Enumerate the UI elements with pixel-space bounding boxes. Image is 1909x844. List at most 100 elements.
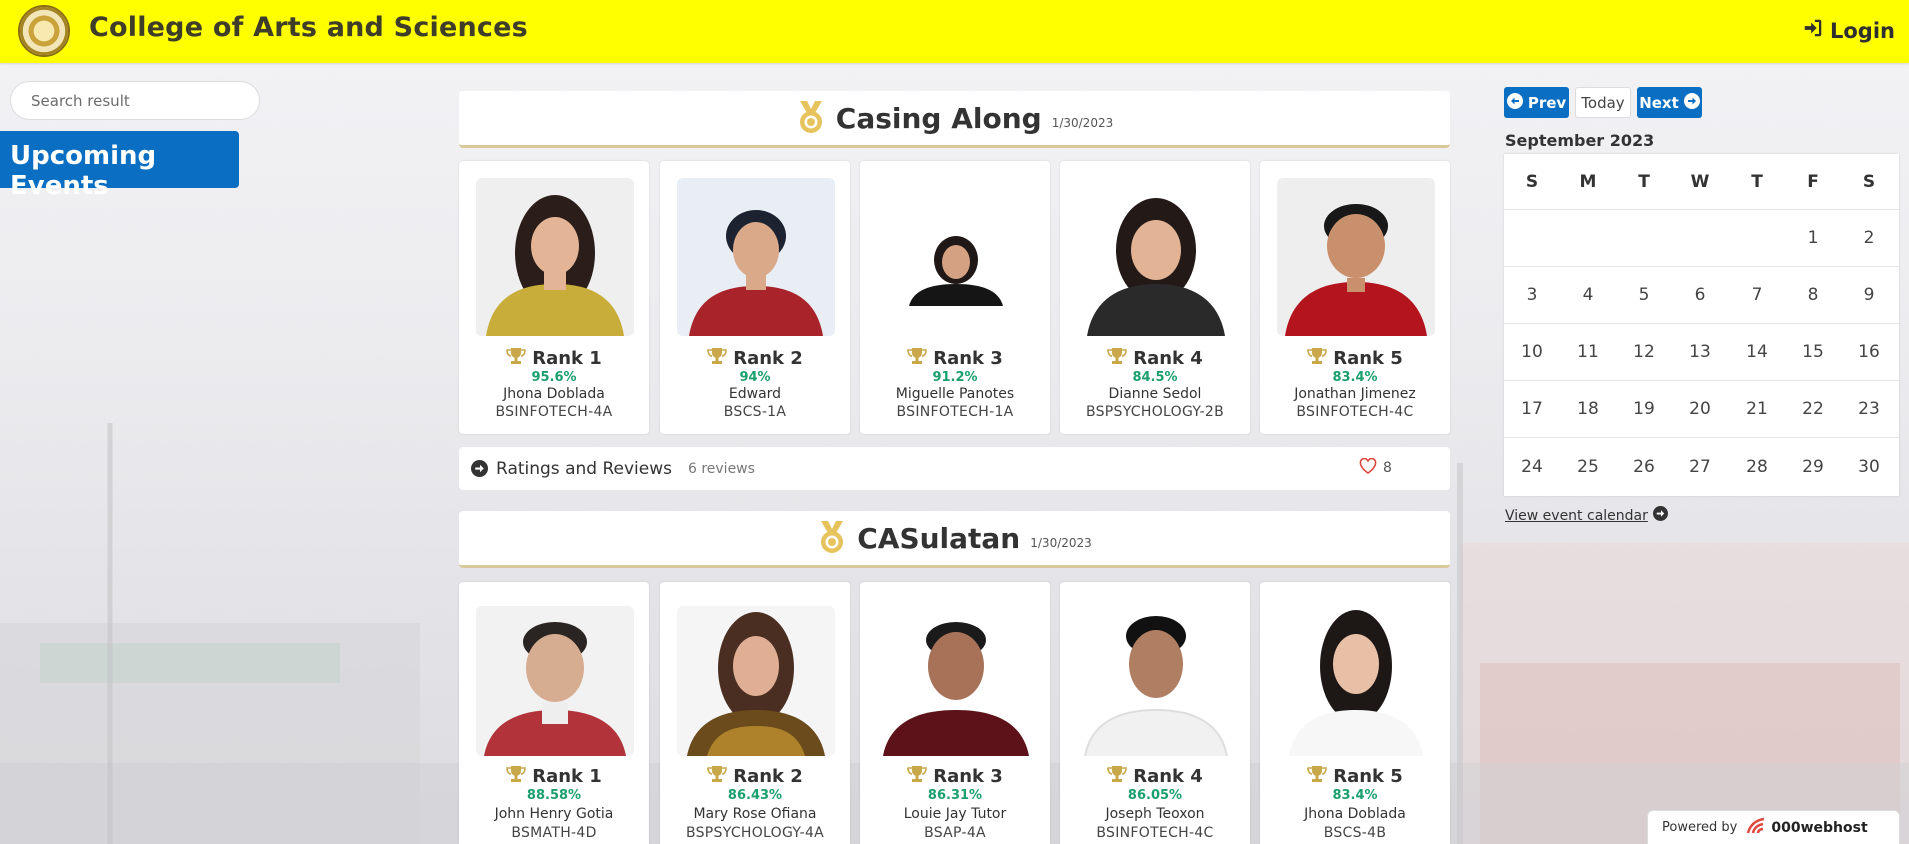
winner-course: BSPSYCHOLOGY-2B [1085,404,1225,420]
rank-text: Rank 1 [532,766,602,787]
calendar-day[interactable]: 23 [1841,381,1897,437]
arrow-circle-left-icon [1506,92,1523,113]
calendar-day[interactable]: 7 [1729,267,1785,323]
calendar-weekday-row: S M T W T F S [1504,154,1899,210]
winner-photo [476,606,634,756]
powered-by-badge[interactable]: Powered by 000webhost [1647,810,1900,844]
calendar-day[interactable]: 9 [1841,267,1897,323]
view-event-calendar-link[interactable]: View event calendar [1505,506,1668,525]
calendar-day[interactable]: 18 [1560,381,1616,437]
ratings-reviews-link[interactable]: Ratings and Reviews [496,459,672,479]
calendar-day[interactable]: 2 [1841,210,1897,266]
winner-card[interactable]: Rank 3 86.31% Louie Jay Tutor BSAP-4A [860,582,1050,844]
rank-text: Rank 2 [733,348,803,369]
calendar-day[interactable]: 11 [1560,324,1616,380]
winner-course: BSCS-4B [1323,825,1387,841]
calendar-day[interactable]: 15 [1785,324,1841,380]
rank-label: Rank 3 [860,765,1050,788]
calendar-day[interactable] [1560,210,1616,266]
calendar-week-row: 10 11 12 13 14 15 16 [1504,324,1899,381]
calendar-day[interactable]: 27 [1672,438,1728,495]
calendar-prev-button[interactable]: Prev [1504,87,1569,118]
winner-course: BSINFOTECH-1A [896,404,1014,420]
calendar-next-button[interactable]: Next [1637,87,1702,118]
trophy-icon [506,347,527,370]
rank-text: Rank 1 [532,348,602,369]
college-logo[interactable] [18,5,70,57]
search-input[interactable] [10,81,260,120]
winner-score: 86.43% [727,788,783,803]
calendar-day[interactable] [1729,210,1785,266]
winner-card[interactable]: Rank 1 95.6% Jhona Doblada BSINFOTECH-4A [459,161,649,434]
arrow-circle-right-icon[interactable] [471,460,488,477]
calendar-day[interactable]: 28 [1729,438,1785,495]
winner-card[interactable]: Rank 5 83.4% Jhona Doblada BSCS-4B [1260,582,1450,844]
winner-score: 86.31% [927,788,983,803]
event-header: Casing Along 1/30/2023 [459,91,1450,148]
calendar-day[interactable]: 25 [1560,438,1616,495]
calendar-day[interactable]: 19 [1616,381,1672,437]
weekday-label: W [1690,171,1710,192]
calendar-day[interactable]: 6 [1672,267,1728,323]
calendar-day[interactable]: 17 [1504,381,1560,437]
prev-label: Prev [1527,93,1567,112]
calendar-day[interactable] [1616,210,1672,266]
winner-score: 95.6% [531,370,577,385]
rank-text: Rank 3 [933,766,1003,787]
calendar-day[interactable]: 30 [1841,438,1897,495]
winner-score: 94% [739,370,771,385]
trophy-icon [707,765,728,788]
calendar-day[interactable]: 22 [1785,381,1841,437]
login-link[interactable]: Login [1802,17,1895,44]
calendar-today-button[interactable]: Today [1575,87,1631,118]
winner-course: BSINFOTECH-4A [495,404,613,420]
event-date: 1/30/2023 [1051,116,1114,130]
winner-card[interactable]: Rank 4 86.05% Joseph Teoxon BSINFOTECH-4… [1060,582,1250,844]
site-title[interactable]: College of Arts and Sciences [89,12,528,43]
calendar-day[interactable]: 13 [1672,324,1728,380]
calendar-day[interactable]: 8 [1785,267,1841,323]
like-button[interactable]: 8 [1359,457,1392,478]
weekday-label: S [1525,171,1539,192]
winner-card[interactable]: Rank 2 94% Edward BSCS-1A [660,161,850,434]
calendar-day[interactable]: 24 [1504,438,1560,495]
calendar-day[interactable]: 12 [1616,324,1672,380]
calendar-day[interactable]: 1 [1785,210,1841,266]
winner-name: Louie Jay Tutor [903,806,1007,822]
winner-card[interactable]: Rank 1 88.58% John Henry Gotia BSMATH-4D [459,582,649,844]
rank-label: Rank 5 [1260,765,1450,788]
login-label: Login [1830,18,1895,43]
winner-course: BSCS-1A [723,404,787,420]
calendar-day[interactable]: 14 [1729,324,1785,380]
calendar-day[interactable]: 16 [1841,324,1897,380]
calendar-day[interactable]: 10 [1504,324,1560,380]
weekday-label: F [1807,171,1819,192]
calendar-day[interactable] [1504,210,1560,266]
winner-name: Joseph Teoxon [1105,806,1205,822]
top-navbar: College of Arts and Sciences Login [0,0,1909,63]
calendar-day[interactable]: 26 [1616,438,1672,495]
winner-photo [1277,178,1435,336]
calendar-day[interactable]: 29 [1785,438,1841,495]
calendar-day[interactable]: 5 [1616,267,1672,323]
winner-card[interactable]: Rank 4 84.5% Dianne Sedol BSPSYCHOLOGY-2… [1060,161,1250,434]
trophy-icon [1107,347,1128,370]
winner-name: Jhona Doblada [503,386,605,402]
winner-photo [877,606,1035,756]
like-count: 8 [1383,460,1392,476]
rank-label: Rank 1 [459,765,649,788]
calendar-day[interactable]: 21 [1729,381,1785,437]
winner-course: BSMATH-4D [511,825,597,841]
winner-card[interactable]: Rank 5 83.4% Jonathan Jimenez BSINFOTECH… [1260,161,1450,434]
calendar-day[interactable]: 20 [1672,381,1728,437]
rank-text: Rank 5 [1333,348,1403,369]
winner-card[interactable]: Rank 3 91.2% Miguelle Panotes BSINFOTECH… [860,161,1050,434]
upcoming-events-button[interactable]: Upcoming Events [0,131,239,201]
winner-card[interactable]: Rank 2 86.43% Mary Rose Ofiana BSPSYCHOL… [660,582,850,844]
calendar-day[interactable]: 3 [1504,267,1560,323]
calendar-day[interactable] [1672,210,1728,266]
calendar-week-row: 1 2 [1504,210,1899,267]
calendar-day[interactable]: 4 [1560,267,1616,323]
rank-label: Rank 4 [1060,347,1250,370]
next-label: Next [1639,93,1679,112]
